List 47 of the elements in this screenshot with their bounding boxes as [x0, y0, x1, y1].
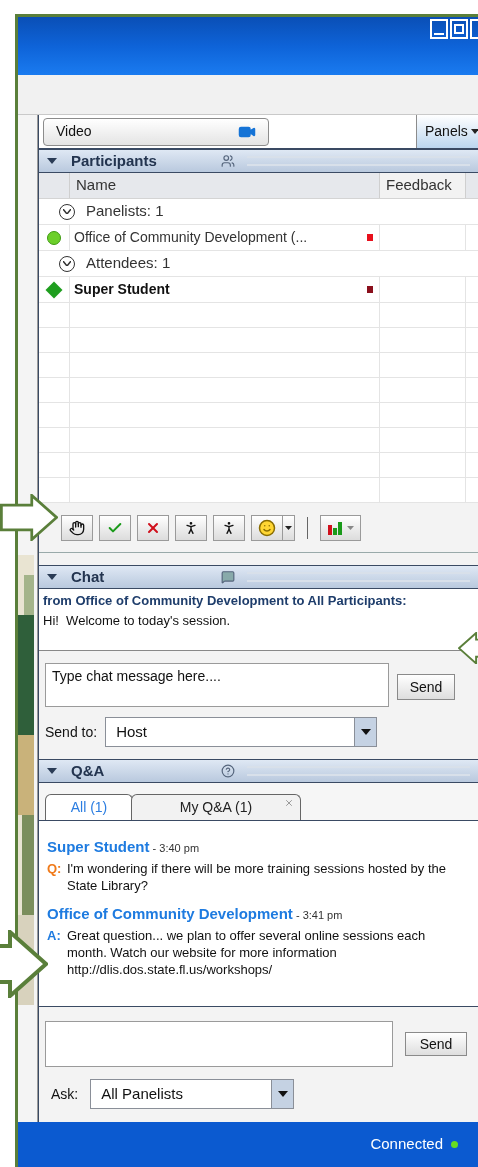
close-icon[interactable]	[470, 19, 478, 39]
message-sender: from Office of Community Development to All Participants:	[43, 592, 408, 610]
toolbar-button[interactable]	[175, 514, 207, 541]
caret-icon	[470, 129, 478, 134]
panel-title: Q&A	[71, 760, 106, 781]
bar-chart-icon	[327, 520, 343, 535]
connection-status: Connected	[370, 1134, 443, 1155]
help-icon	[221, 764, 235, 778]
group-label: Attendees: 1	[86, 253, 171, 274]
panels-menu[interactable]: Panels	[416, 115, 478, 148]
answer-marker: A:	[47, 927, 62, 945]
maximize-icon[interactable]	[450, 19, 468, 39]
chat-message: Hi! Welcome to today's session.	[43, 611, 232, 630]
question-input[interactable]	[45, 1021, 393, 1067]
participant-name[interactable]: Office of Community Development (...	[74, 227, 367, 248]
send-to-label: Send to:	[45, 722, 98, 742]
video-button[interactable]: Video	[43, 117, 269, 146]
participant-name[interactable]: Super Student	[74, 279, 367, 300]
presenter-status-icon	[47, 230, 61, 245]
emoticon-button[interactable]	[251, 514, 295, 541]
group-label: Panelists: 1	[86, 201, 164, 222]
qa-author: Super Student - 3:40 pm	[47, 837, 201, 857]
smiley-icon	[258, 518, 276, 537]
ask-label: Ask:	[51, 1084, 79, 1104]
send-button[interactable]: Send	[405, 1032, 467, 1056]
qa-tab[interactable]: All (1)	[45, 794, 133, 820]
participants-icon	[221, 154, 235, 168]
chat-bubble-icon	[221, 570, 235, 584]
toolbar-button[interactable]	[213, 514, 245, 541]
dropdown[interactable]: Host	[105, 717, 378, 747]
panel-title: Chat	[71, 566, 106, 587]
poll-button[interactable]	[320, 514, 361, 541]
column-header[interactable]: Feedback	[379, 173, 465, 198]
caret-icon	[285, 525, 292, 530]
qa-text: Great question... we plan to offer several online sessions each month. Watch our website for more information http://dlis.dos.state.fl.us/workshops/	[67, 927, 427, 978]
qa-author: Office of Community Development - 3:41 pm	[47, 904, 344, 924]
send-button[interactable]: Send	[397, 674, 455, 700]
question-marker: Q:	[47, 860, 63, 878]
panel-title: Participants	[71, 150, 158, 171]
hand-icon	[69, 519, 85, 536]
caret-icon	[347, 525, 354, 530]
chat-input[interactable]: Type chat message here....	[45, 663, 389, 707]
qa-text: I'm wondering if there will be more training sessions hosted by the State Library?	[67, 860, 447, 894]
qa-tab[interactable]: My Q&A (1)	[131, 794, 301, 820]
dropdown[interactable]: All Panelists	[90, 1079, 295, 1109]
minimize-icon[interactable]	[430, 19, 448, 39]
toolbar-button[interactable]	[61, 514, 93, 541]
